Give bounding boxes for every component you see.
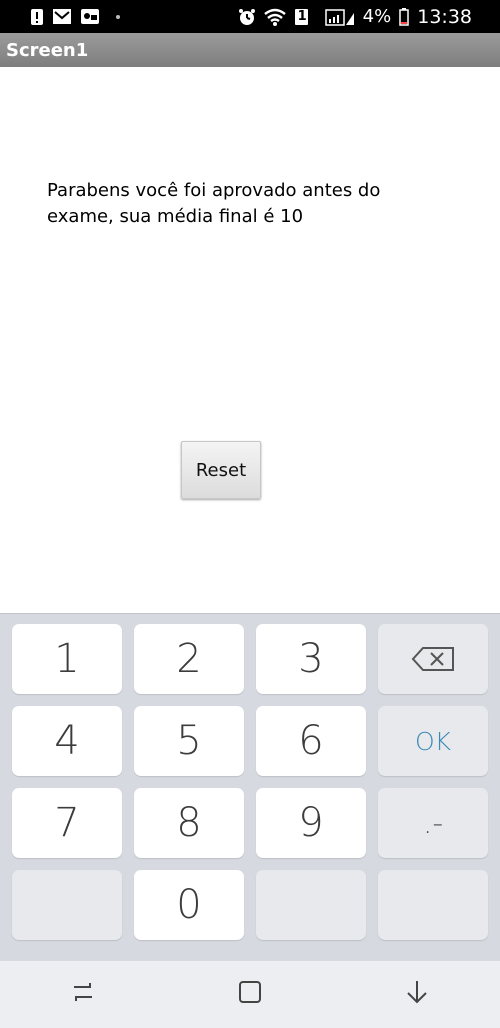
key-5[interactable]: 5 [134,706,244,776]
result-label: Parabens você foi aprovado antes do exam… [47,180,381,227]
mail-icon [52,8,72,25]
ok-key[interactable]: OK [378,706,488,776]
app-title: Screen1 [6,39,89,61]
key-4[interactable]: 4 [12,706,122,776]
dot-minus-key[interactable]: .- [378,788,488,858]
key-6[interactable]: 6 [256,706,366,776]
key-9[interactable]: 9 [256,788,366,858]
weather-icon [80,8,100,25]
recent-apps-button[interactable] [53,970,113,1020]
back-icon [404,979,430,1010]
home-icon [237,979,263,1010]
reset-button[interactable]: Reset [181,441,261,499]
battery-percent: 4% [362,6,392,27]
key-3[interactable]: 3 [256,624,366,694]
numeric-keyboard: 1 2 3 4 5 6 OK 7 8 9 .- 0 [0,613,500,961]
main-content: Parabens você foi aprovado antes do exam… [0,67,500,613]
key-2[interactable]: 2 [134,624,244,694]
app-bar: Screen1 [0,33,500,67]
navigation-bar [0,961,500,1028]
blank-key-left [12,870,122,940]
key-7[interactable]: 7 [12,788,122,858]
key-8[interactable]: 8 [134,788,244,858]
status-bar-right: 1 4% 13:38 [238,6,472,28]
alarm-icon [238,8,256,26]
clock: 13:38 [417,5,472,28]
recent-apps-icon [70,981,96,1008]
alert-icon [30,8,44,26]
status-bar: 1 4% 13:38 [0,0,500,33]
blank-key-right [378,870,488,940]
blank-key-middle [256,870,366,940]
notification-dot [116,14,120,19]
signal-icon [324,8,355,26]
wifi-icon [263,8,286,26]
key-0[interactable]: 0 [134,870,244,940]
backspace-key[interactable] [378,624,488,694]
backspace-icon [411,636,455,682]
home-button[interactable] [220,970,280,1020]
battery-icon [399,7,409,26]
status-bar-left [30,8,120,26]
back-button[interactable] [387,970,447,1020]
key-1[interactable]: 1 [12,624,122,694]
